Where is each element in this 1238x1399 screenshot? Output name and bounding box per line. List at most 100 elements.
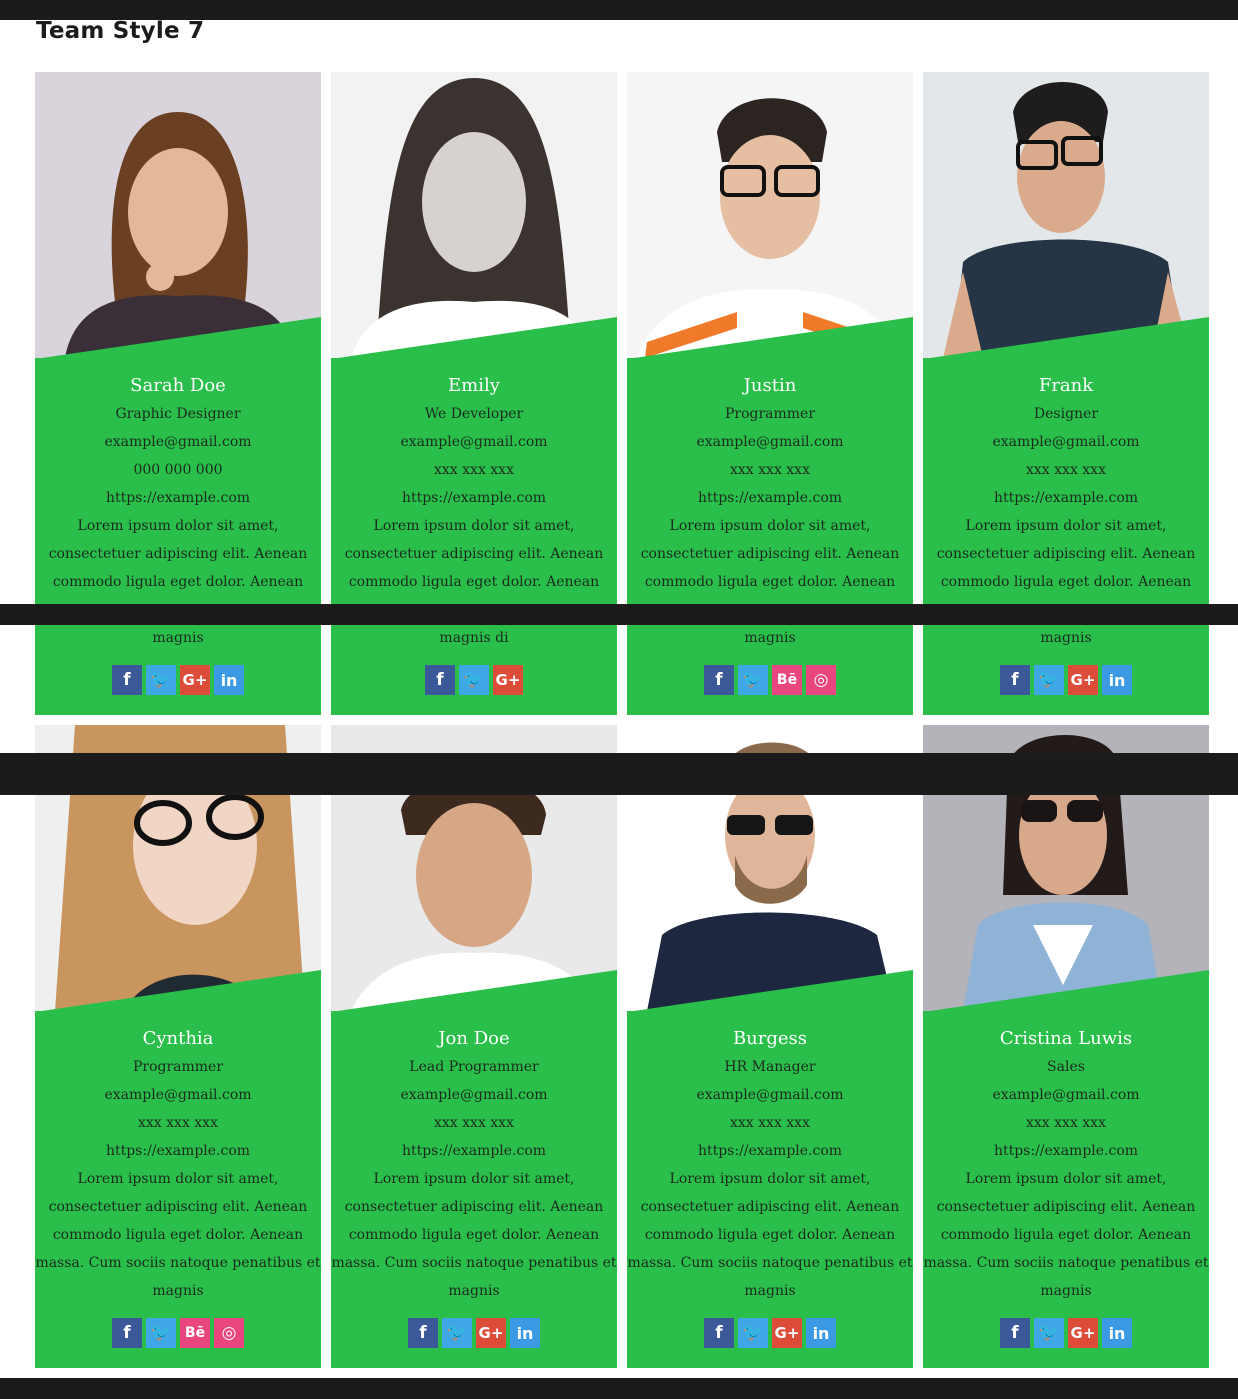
social-links: f 🐦 Bē ◎ — [35, 1318, 321, 1348]
top-dark-bar — [0, 0, 1238, 20]
member-phone: xxx xxx xxx — [1026, 1115, 1106, 1131]
member-website[interactable]: https://example.com — [627, 1137, 913, 1165]
linkedin-icon[interactable]: in — [510, 1318, 540, 1348]
member-bio-line: commodo ligula eget dolor. Aenean — [644, 1227, 896, 1243]
linkedin-icon[interactable]: in — [1102, 665, 1132, 695]
facebook-icon[interactable]: f — [1000, 1318, 1030, 1348]
member-bio-line: massa. Cum sociis natoque penatibus et — [627, 1255, 913, 1271]
member-phone: xxx xxx xxx — [138, 1115, 218, 1131]
member-email[interactable]: example@gmail.com — [331, 1081, 617, 1109]
member-phone: 000 000 000 — [133, 462, 223, 478]
twitter-icon[interactable]: 🐦 — [146, 665, 176, 695]
team-card-cristina-luwis: Cristina Luwis Sales example@gmail.com x… — [923, 725, 1209, 1368]
member-bio-line: commodo ligula eget dolor. Aenean — [52, 1227, 304, 1243]
member-name: Sarah Doe — [130, 375, 226, 396]
member-bio-line: magnis — [744, 630, 796, 646]
member-email[interactable]: example@gmail.com — [627, 428, 913, 456]
slant-divider — [35, 970, 321, 1012]
member-email[interactable]: example@gmail.com — [923, 1081, 1209, 1109]
social-links: f 🐦 G+ in — [923, 665, 1209, 695]
linkedin-icon[interactable]: in — [806, 1318, 836, 1348]
linkedin-icon[interactable]: in — [214, 665, 244, 695]
member-bio-line: magnis — [448, 1283, 500, 1299]
member-website[interactable]: https://example.com — [331, 1137, 617, 1165]
social-links: f 🐦 G+ in — [923, 1318, 1209, 1348]
twitter-icon[interactable]: 🐦 — [442, 1318, 472, 1348]
member-bio-line: commodo ligula eget dolor. Aenean — [940, 574, 1192, 590]
member-name: Frank — [1038, 375, 1094, 396]
facebook-icon[interactable]: f — [704, 665, 734, 695]
google-plus-icon[interactable]: G+ — [772, 1318, 802, 1348]
member-phone: xxx xxx xxx — [1026, 462, 1106, 478]
member-role: Designer — [1033, 406, 1099, 422]
member-email[interactable]: example@gmail.com — [923, 428, 1209, 456]
member-bio-line: Lorem ipsum dolor sit amet, — [373, 518, 575, 534]
member-bio-line: magnis — [152, 1283, 204, 1299]
social-links: f 🐦 G+ in — [35, 665, 321, 695]
twitter-icon[interactable]: 🐦 — [738, 665, 768, 695]
facebook-icon[interactable]: f — [425, 665, 455, 695]
facebook-icon[interactable]: f — [112, 1318, 142, 1348]
member-bio-line: commodo ligula eget dolor. Aenean — [348, 1227, 600, 1243]
twitter-icon[interactable]: 🐦 — [459, 665, 489, 695]
facebook-icon[interactable]: f — [704, 1318, 734, 1348]
behance-icon[interactable]: Bē — [180, 1318, 210, 1348]
lower-dark-bar — [0, 753, 1238, 795]
member-website[interactable]: https://example.com — [331, 484, 617, 512]
google-plus-icon[interactable]: G+ — [476, 1318, 506, 1348]
member-email[interactable]: example@gmail.com — [627, 1081, 913, 1109]
facebook-icon[interactable]: f — [408, 1318, 438, 1348]
member-bio-line: Lorem ipsum dolor sit amet, — [965, 1171, 1167, 1187]
twitter-icon[interactable]: 🐦 — [738, 1318, 768, 1348]
member-bio-line: magnis di — [439, 630, 509, 646]
member-website[interactable]: https://example.com — [923, 484, 1209, 512]
member-photo — [627, 72, 913, 358]
member-bio-line: consectetuer adipiscing elit. Aenean — [640, 546, 900, 562]
team-card-cynthia: Cynthia Programmer example@gmail.com xxx… — [35, 725, 321, 1368]
slant-divider — [35, 317, 321, 359]
dribbble-icon[interactable]: ◎ — [806, 665, 836, 695]
member-bio-line: consectetuer adipiscing elit. Aenean — [640, 1199, 900, 1215]
slant-divider — [331, 317, 617, 359]
member-bio-line: Lorem ipsum dolor sit amet, — [965, 518, 1167, 534]
member-bio-line: massa. Cum sociis natoque penatibus et — [923, 1255, 1209, 1271]
member-website[interactable]: https://example.com — [627, 484, 913, 512]
member-role: HR Manager — [724, 1059, 816, 1075]
member-bio-line: consectetuer adipiscing elit. Aenean — [936, 546, 1196, 562]
facebook-icon[interactable]: f — [1000, 665, 1030, 695]
member-website[interactable]: https://example.com — [35, 484, 321, 512]
twitter-icon[interactable]: 🐦 — [1034, 1318, 1064, 1348]
slant-divider — [923, 317, 1209, 359]
member-bio-line: magnis — [1040, 630, 1092, 646]
member-email[interactable]: example@gmail.com — [35, 428, 321, 456]
dribbble-icon[interactable]: ◎ — [214, 1318, 244, 1348]
google-plus-icon[interactable]: G+ — [180, 665, 210, 695]
member-email[interactable]: example@gmail.com — [35, 1081, 321, 1109]
member-role: Programmer — [132, 1059, 224, 1075]
team-card-jon-doe: Jon Doe Lead Programmer example@gmail.co… — [331, 725, 617, 1368]
google-plus-icon[interactable]: G+ — [1068, 665, 1098, 695]
member-bio-line: consectetuer adipiscing elit. Aenean — [344, 1199, 604, 1215]
bottom-dark-bar — [0, 1378, 1238, 1399]
linkedin-icon[interactable]: in — [1102, 1318, 1132, 1348]
member-bio-line: commodo ligula eget dolor. Aenean — [348, 574, 600, 590]
member-bio-line: Lorem ipsum dolor sit amet, — [77, 1171, 279, 1187]
google-plus-icon[interactable]: G+ — [493, 665, 523, 695]
member-website[interactable]: https://example.com — [923, 1137, 1209, 1165]
twitter-icon[interactable]: 🐦 — [146, 1318, 176, 1348]
member-website[interactable]: https://example.com — [35, 1137, 321, 1165]
facebook-icon[interactable]: f — [112, 665, 142, 695]
member-bio-line: Lorem ipsum dolor sit amet, — [77, 518, 279, 534]
member-email[interactable]: example@gmail.com — [331, 428, 617, 456]
middle-dark-bar — [0, 604, 1238, 625]
member-name: Cristina Luwis — [999, 1028, 1133, 1049]
slant-divider — [627, 970, 913, 1012]
google-plus-icon[interactable]: G+ — [1068, 1318, 1098, 1348]
member-bio-line: Lorem ipsum dolor sit amet, — [669, 518, 871, 534]
member-bio-line: consectetuer adipiscing elit. Aenean — [48, 1199, 308, 1215]
member-name: Justin — [743, 375, 797, 396]
behance-icon[interactable]: Bē — [772, 665, 802, 695]
twitter-icon[interactable]: 🐦 — [1034, 665, 1064, 695]
member-role: Programmer — [724, 406, 816, 422]
member-phone: xxx xxx xxx — [434, 1115, 514, 1131]
